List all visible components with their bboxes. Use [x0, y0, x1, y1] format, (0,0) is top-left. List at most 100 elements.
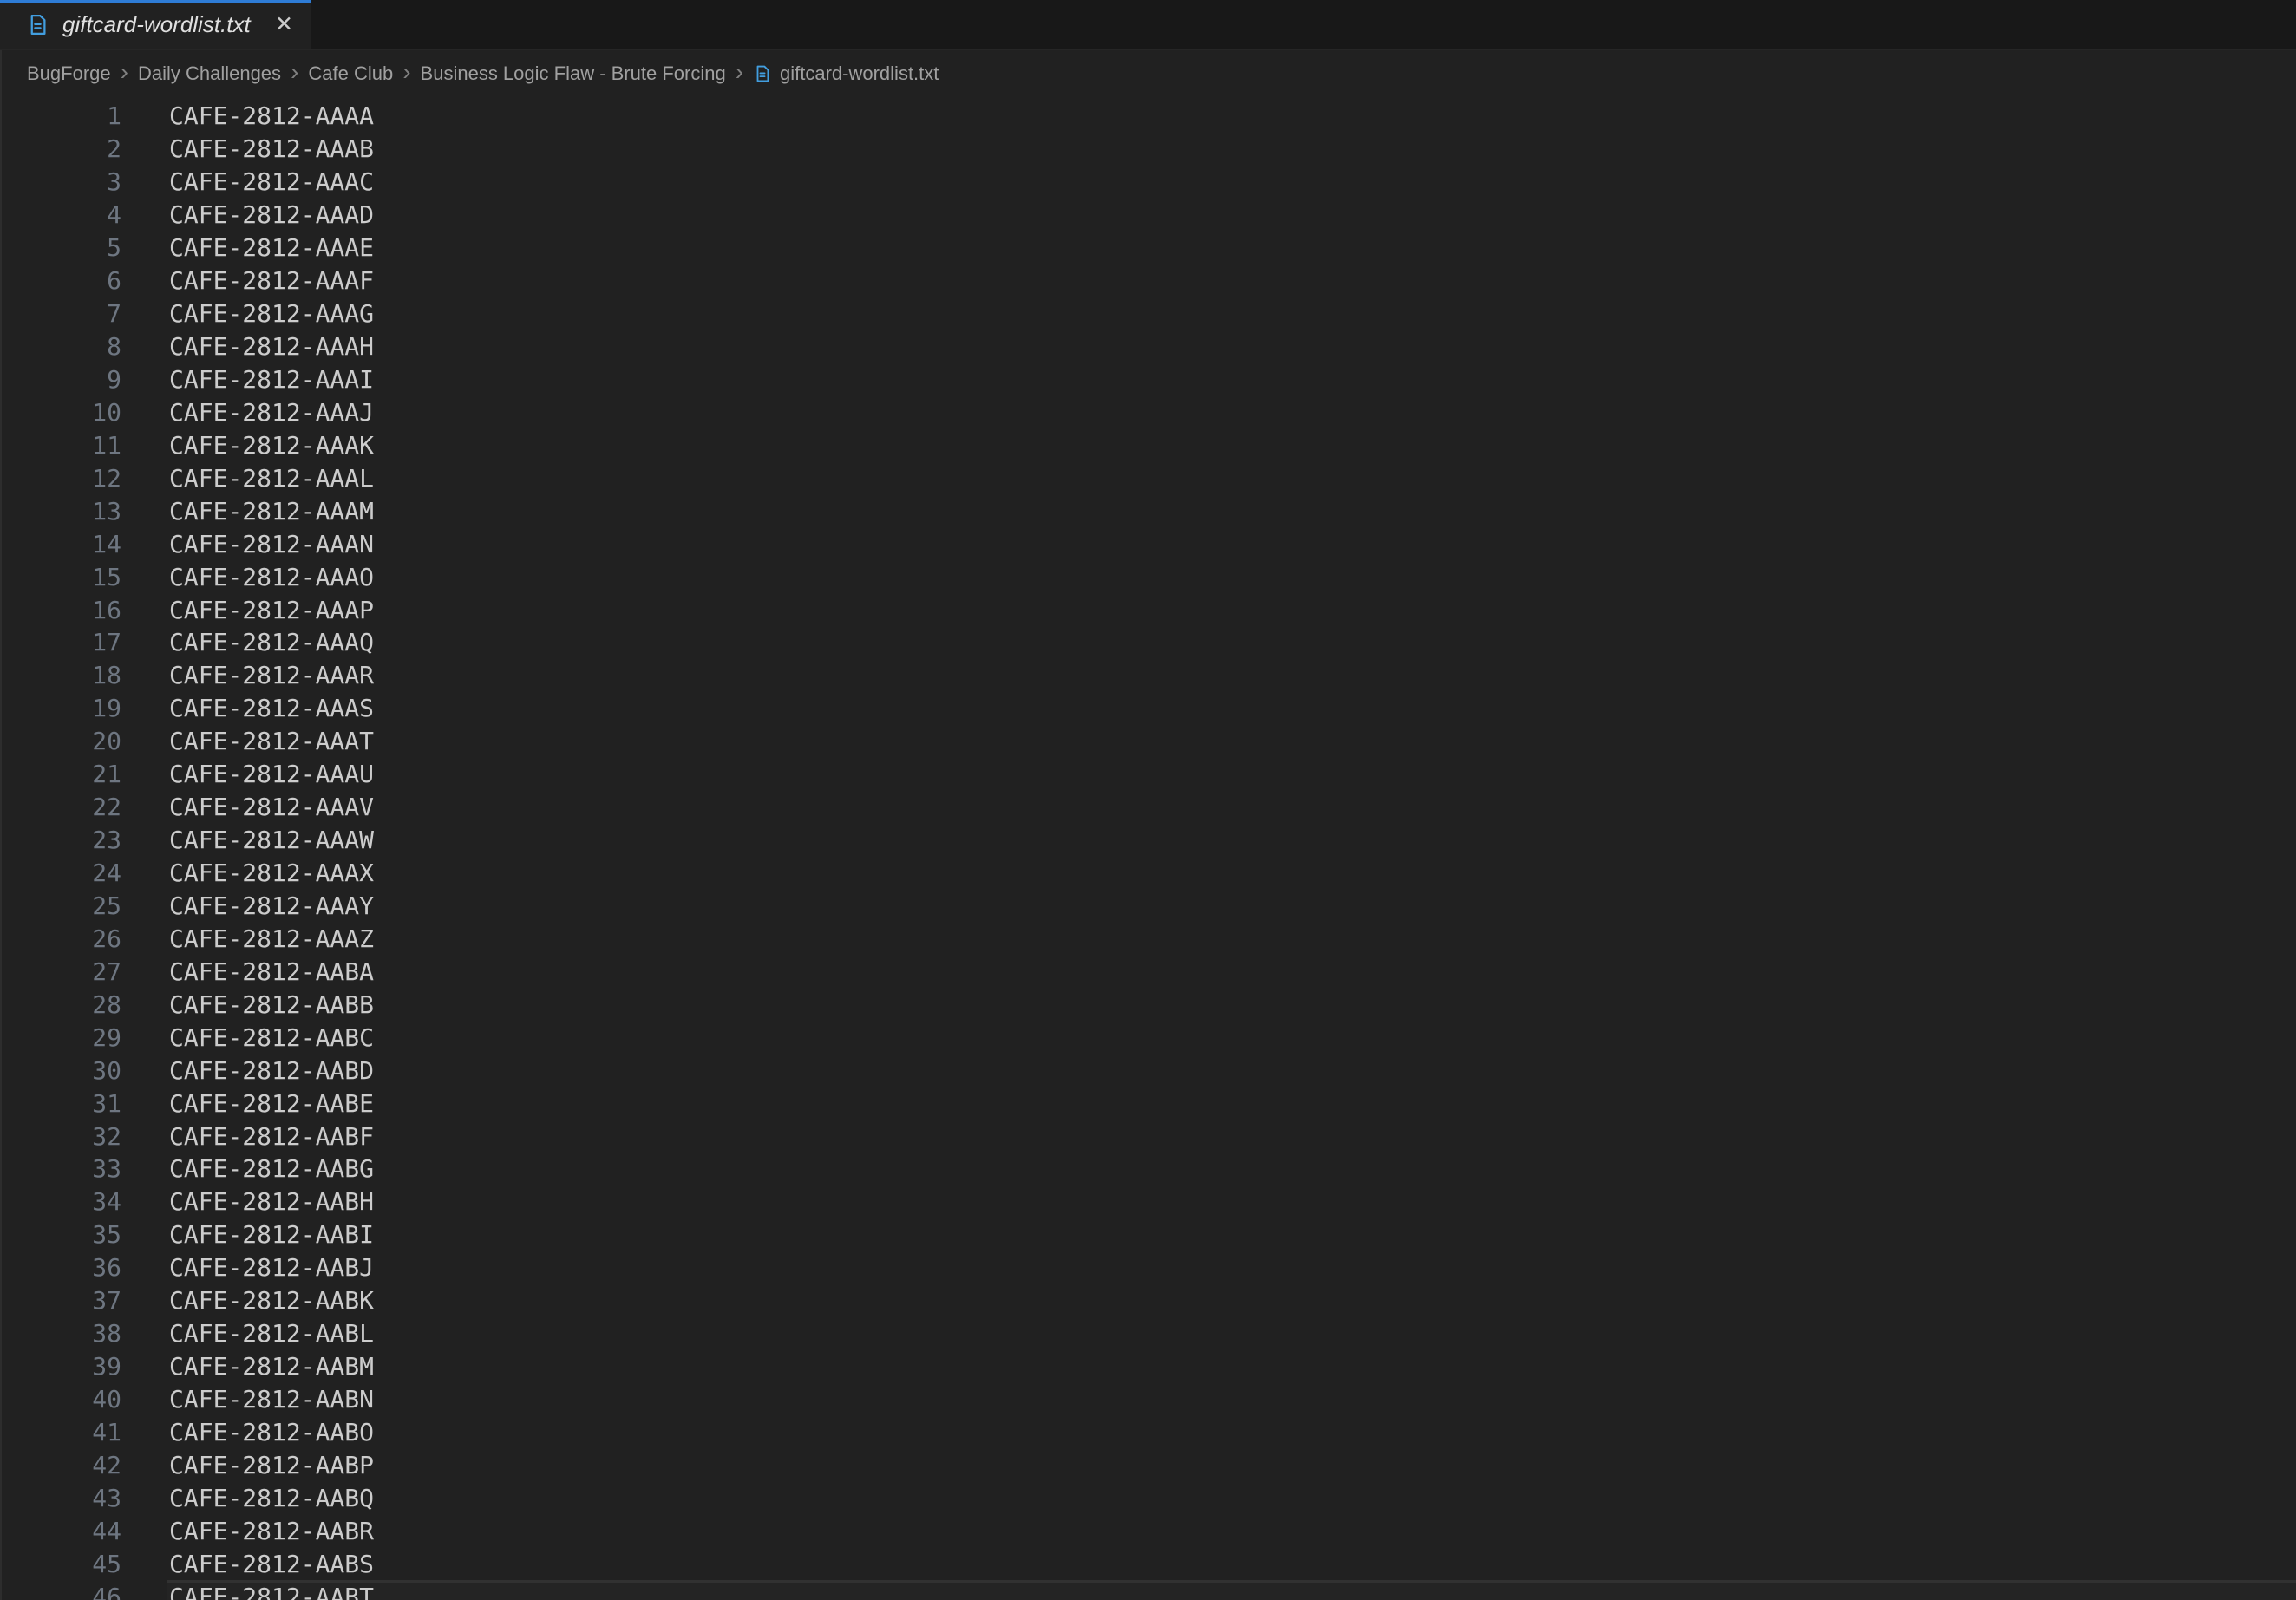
line-number: 2 — [107, 134, 121, 164]
code-line[interactable]: 6 CAFE-2812-AAAF — [0, 264, 2296, 297]
code-line[interactable]: 42 CAFE-2812-AABP — [0, 1448, 2296, 1481]
line-number: 18 — [92, 661, 121, 690]
code-line[interactable]: 20 CAFE-2812-AAAT — [0, 725, 2296, 758]
code-line[interactable]: 10 CAFE-2812-AAAJ — [0, 395, 2296, 428]
code-line[interactable]: 23 CAFE-2812-AAAW — [0, 824, 2296, 857]
code-lines: 1 CAFE-2812-AAAA 2 CAFE-2812-AAAB 3 CAFE… — [0, 97, 2296, 1600]
code-line[interactable]: 30 CAFE-2812-AABD — [0, 1054, 2296, 1087]
code-line[interactable]: 26 CAFE-2812-AAAZ — [0, 922, 2296, 955]
code-line[interactable]: 8 CAFE-2812-AAAH — [0, 330, 2296, 363]
file-text-icon — [753, 64, 772, 83]
line-text: CAFE-2812-AAAJ — [169, 397, 375, 427]
code-line[interactable]: 34 CAFE-2812-AABH — [0, 1185, 2296, 1218]
line-text: CAFE-2812-AAAI — [169, 364, 375, 394]
line-text: CAFE-2812-AAAC — [169, 167, 375, 197]
code-line[interactable]: 28 CAFE-2812-AABB — [0, 988, 2296, 1021]
chevron-right-icon: › — [735, 58, 744, 85]
code-line[interactable]: 18 CAFE-2812-AAAR — [0, 659, 2296, 692]
code-line[interactable]: 22 CAFE-2812-AAAV — [0, 791, 2296, 824]
line-text: CAFE-2812-AABO — [169, 1417, 375, 1447]
code-line[interactable]: 3 CAFE-2812-AAAC — [0, 166, 2296, 199]
line-text: CAFE-2812-AAAS — [169, 694, 375, 723]
line-text: CAFE-2812-AABH — [169, 1187, 375, 1217]
line-text: CAFE-2812-AAAZ — [169, 924, 375, 953]
line-number: 3 — [107, 167, 121, 197]
chevron-right-icon: › — [120, 58, 128, 85]
code-line[interactable]: 40 CAFE-2812-AABN — [0, 1383, 2296, 1416]
line-text: CAFE-2812-AABB — [169, 989, 375, 1019]
code-line[interactable]: 19 CAFE-2812-AAAS — [0, 692, 2296, 725]
code-line[interactable]: 43 CAFE-2812-AABQ — [0, 1481, 2296, 1514]
line-number: 26 — [92, 924, 121, 953]
code-line[interactable]: 4 CAFE-2812-AAAD — [0, 199, 2296, 232]
line-number: 19 — [92, 694, 121, 723]
line-number: 6 — [107, 266, 121, 296]
line-number: 45 — [92, 1549, 121, 1578]
line-text: CAFE-2812-AAAV — [169, 793, 375, 822]
code-line[interactable]: 14 CAFE-2812-AAAN — [0, 527, 2296, 560]
file-text-icon — [26, 13, 49, 36]
code-line[interactable]: 27 CAFE-2812-AABA — [0, 955, 2296, 988]
line-number: 7 — [107, 299, 121, 329]
code-line[interactable]: 33 CAFE-2812-AABG — [0, 1153, 2296, 1185]
code-line[interactable]: 2 CAFE-2812-AAAB — [0, 133, 2296, 166]
line-number: 16 — [92, 595, 121, 624]
line-text: CAFE-2812-AAAB — [169, 134, 375, 164]
code-line[interactable]: 12 CAFE-2812-AAAL — [0, 461, 2296, 494]
code-line[interactable]: 36 CAFE-2812-AABJ — [0, 1251, 2296, 1284]
code-line[interactable]: 32 CAFE-2812-AABF — [0, 1120, 2296, 1153]
code-line[interactable]: 37 CAFE-2812-AABK — [0, 1284, 2296, 1317]
line-text: CAFE-2812-AAAN — [169, 529, 375, 558]
code-line[interactable]: 29 CAFE-2812-AABC — [0, 1021, 2296, 1054]
code-line[interactable]: 44 CAFE-2812-AABR — [0, 1514, 2296, 1547]
code-line[interactable]: 31 CAFE-2812-AABE — [0, 1087, 2296, 1120]
code-line[interactable]: 13 CAFE-2812-AAAM — [0, 494, 2296, 527]
breadcrumb-item-business-logic-flaw[interactable]: Business Logic Flaw - Brute Forcing — [421, 62, 726, 85]
line-text: CAFE-2812-AABD — [169, 1055, 375, 1085]
code-line[interactable]: 21 CAFE-2812-AAAU — [0, 758, 2296, 791]
line-number: 39 — [92, 1352, 121, 1381]
code-line[interactable]: 5 CAFE-2812-AAAE — [0, 232, 2296, 264]
breadcrumb-item-bugforge[interactable]: BugForge — [27, 62, 111, 85]
line-text: CAFE-2812-AAAR — [169, 661, 375, 690]
line-text: CAFE-2812-AAAW — [169, 826, 375, 855]
line-number: 37 — [92, 1286, 121, 1316]
editor[interactable]: 1 CAFE-2812-AAAA 2 CAFE-2812-AAAB 3 CAFE… — [0, 97, 2296, 1600]
code-line[interactable]: 45 CAFE-2812-AABS — [0, 1547, 2296, 1580]
tab-giftcard-wordlist[interactable]: giftcard-wordlist.txt ✕ — [0, 0, 311, 49]
line-text: CAFE-2812-AAAT — [169, 727, 375, 756]
line-text: CAFE-2812-AAAQ — [169, 628, 375, 657]
code-line[interactable]: 39 CAFE-2812-AABM — [0, 1350, 2296, 1383]
chevron-right-icon: › — [402, 58, 411, 85]
line-number: 22 — [92, 793, 121, 822]
code-line[interactable]: 25 CAFE-2812-AAAY — [0, 890, 2296, 923]
close-icon[interactable]: ✕ — [270, 13, 298, 36]
chevron-right-icon: › — [291, 58, 299, 85]
line-number: 21 — [92, 760, 121, 789]
breadcrumb-item-cafe-club[interactable]: Cafe Club — [308, 62, 393, 85]
line-number: 12 — [92, 463, 121, 493]
code-line[interactable]: 7 CAFE-2812-AAAG — [0, 297, 2296, 330]
editor-window: giftcard-wordlist.txt ✕ BugForge › Daily… — [0, 0, 2296, 1600]
tab-bar: giftcard-wordlist.txt ✕ — [0, 0, 2296, 50]
code-line[interactable]: 41 CAFE-2812-AABO — [0, 1416, 2296, 1449]
line-number: 38 — [92, 1319, 121, 1349]
line-text: CAFE-2812-AABQ — [169, 1483, 375, 1512]
line-text: CAFE-2812-AABT — [169, 1582, 375, 1600]
code-line[interactable]: 11 CAFE-2812-AAAK — [0, 428, 2296, 461]
code-line[interactable]: 1 CAFE-2812-AAAA — [0, 100, 2296, 133]
line-text: CAFE-2812-AABI — [169, 1220, 375, 1250]
code-line[interactable]: 9 CAFE-2812-AAAI — [0, 363, 2296, 396]
code-line[interactable]: 46 CAFE-2812-AABT — [0, 1580, 2296, 1600]
code-line[interactable]: 35 CAFE-2812-AABI — [0, 1218, 2296, 1251]
code-line[interactable]: 17 CAFE-2812-AAAQ — [0, 626, 2296, 659]
line-text: CAFE-2812-AABC — [169, 1022, 375, 1052]
code-line[interactable]: 15 CAFE-2812-AAAO — [0, 560, 2296, 593]
line-number: 11 — [92, 430, 121, 460]
line-text: CAFE-2812-AAAX — [169, 859, 375, 888]
code-line[interactable]: 16 CAFE-2812-AAAP — [0, 593, 2296, 626]
breadcrumb-item-file[interactable]: giftcard-wordlist.txt — [753, 62, 939, 85]
breadcrumb-item-daily-challenges[interactable]: Daily Challenges — [138, 62, 281, 85]
code-line[interactable]: 38 CAFE-2812-AABL — [0, 1317, 2296, 1350]
code-line[interactable]: 24 CAFE-2812-AAAX — [0, 857, 2296, 890]
